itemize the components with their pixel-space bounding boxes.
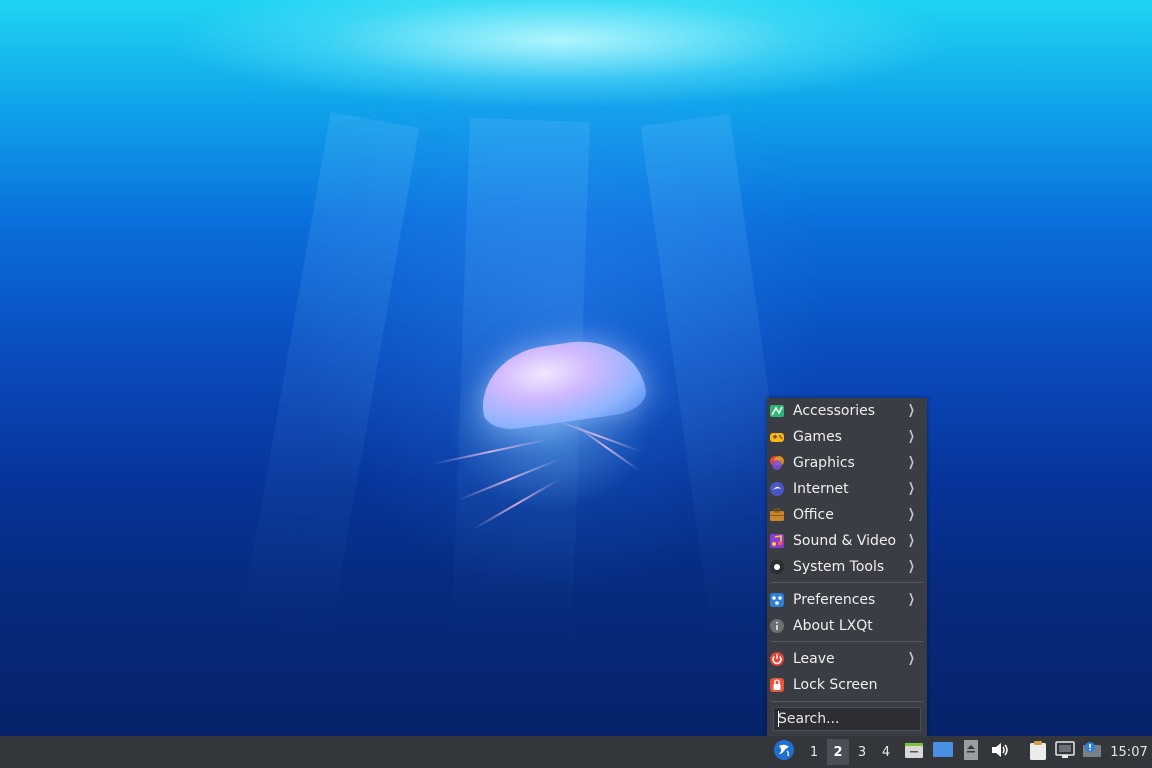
chevron-right-icon: ❯ xyxy=(908,481,915,496)
menu-item-system-tools[interactable]: System Tools ❯ xyxy=(767,554,927,580)
menu-item-label: Sound & Video xyxy=(793,533,897,549)
menu-item-preferences[interactable]: Preferences ❯ xyxy=(767,587,927,613)
clipboard-icon xyxy=(1028,740,1048,764)
desktop-switch-1[interactable]: 1 xyxy=(803,736,825,768)
main-menu-button[interactable] xyxy=(771,736,797,768)
menu-item-label: Internet xyxy=(793,481,849,497)
info-icon xyxy=(769,618,785,634)
menu-search-input[interactable]: Search... xyxy=(773,707,921,731)
search-placeholder: Search... xyxy=(778,711,840,727)
chevron-right-icon: ❯ xyxy=(908,533,915,548)
menu-item-about-lxqt[interactable]: About LXQt xyxy=(767,613,927,639)
sound-video-icon xyxy=(769,533,785,549)
text-caret xyxy=(778,711,779,727)
chevron-right-icon: ❯ xyxy=(908,429,915,444)
clipboard-button[interactable] xyxy=(1026,736,1050,768)
menu-item-internet[interactable]: Internet ❯ xyxy=(767,476,927,502)
menu-item-accessories[interactable]: Accessories ❯ xyxy=(767,398,927,424)
desktop-switch-3[interactable]: 3 xyxy=(851,736,873,768)
menu-item-label: System Tools xyxy=(793,559,885,575)
network-button[interactable] xyxy=(1053,736,1077,768)
menu-item-label: Office xyxy=(793,507,834,523)
graphics-icon xyxy=(769,455,785,471)
clock[interactable]: 15:07 xyxy=(1108,736,1150,768)
chevron-right-icon: ❯ xyxy=(908,507,915,522)
menu-item-lock-screen[interactable]: Lock Screen xyxy=(767,672,927,698)
desktop-wallpaper xyxy=(0,0,1152,736)
games-icon xyxy=(769,429,785,445)
taskbar: 1 2 3 4 15:07 xyxy=(0,736,1152,768)
preferences-icon xyxy=(769,592,785,608)
update-notification-icon xyxy=(1082,741,1102,763)
jellyfish-image xyxy=(420,330,680,530)
office-icon xyxy=(769,507,785,523)
menu-item-label: Accessories xyxy=(793,403,876,419)
system-tools-icon xyxy=(769,559,785,575)
menu-item-label: Preferences xyxy=(793,592,876,608)
menu-item-sound-video[interactable]: Sound & Video ❯ xyxy=(767,528,927,554)
network-icon xyxy=(1055,741,1075,763)
show-desktop-icon xyxy=(933,741,953,763)
removable-media-button[interactable] xyxy=(960,736,982,768)
menu-item-graphics[interactable]: Graphics ❯ xyxy=(767,450,927,476)
menu-item-label: Graphics xyxy=(793,455,855,471)
chevron-right-icon: ❯ xyxy=(908,651,915,666)
lxqt-logo-icon xyxy=(773,739,795,765)
file-manager-icon xyxy=(904,740,924,764)
power-icon xyxy=(769,651,785,667)
internet-icon xyxy=(769,481,785,497)
desktop-switch-2[interactable]: 2 xyxy=(827,739,849,765)
menu-item-label: Lock Screen xyxy=(793,677,878,693)
menu-item-games[interactable]: Games ❯ xyxy=(767,424,927,450)
show-desktop-button[interactable] xyxy=(931,736,955,768)
menu-item-label: Games xyxy=(793,429,842,445)
eject-icon xyxy=(963,740,979,764)
file-manager-button[interactable] xyxy=(902,736,926,768)
chevron-right-icon: ❯ xyxy=(908,455,915,470)
chevron-right-icon: ❯ xyxy=(908,403,915,418)
menu-item-label: About LXQt xyxy=(793,618,873,634)
volume-button[interactable] xyxy=(988,736,1012,768)
menu-separator xyxy=(771,701,923,702)
menu-item-office[interactable]: Office ❯ xyxy=(767,502,927,528)
notification-button[interactable] xyxy=(1080,736,1104,768)
menu-item-label: Leave xyxy=(793,651,835,667)
menu-separator xyxy=(771,582,923,583)
desktop-switch-4[interactable]: 4 xyxy=(875,736,897,768)
menu-item-leave[interactable]: Leave ❯ xyxy=(767,646,927,672)
accessories-icon xyxy=(769,403,785,419)
volume-icon xyxy=(990,741,1010,763)
menu-separator xyxy=(771,641,923,642)
chevron-right-icon: ❯ xyxy=(908,559,915,574)
chevron-right-icon: ❯ xyxy=(908,592,915,607)
application-menu: Accessories ❯ Games ❯ Graphics ❯ Interne… xyxy=(767,398,927,736)
lock-icon xyxy=(769,677,785,693)
